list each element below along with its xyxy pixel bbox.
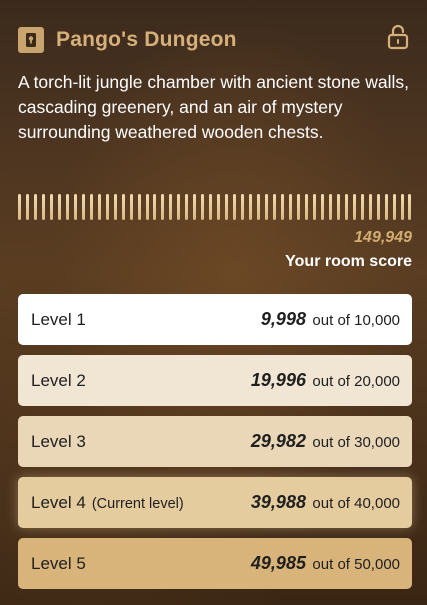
meter-tick xyxy=(280,194,284,220)
level-score-group: 29,982 out of 30,000 xyxy=(251,431,400,452)
meter-tick xyxy=(177,194,181,220)
meter-tick xyxy=(57,194,61,220)
level-score: 19,996 xyxy=(250,370,306,390)
meter-tick xyxy=(304,194,308,220)
meter-tick xyxy=(153,194,157,220)
meter-tick xyxy=(169,194,173,220)
room-description: A torch-lit jungle chamber with ancient … xyxy=(18,72,410,142)
meter-tick xyxy=(161,194,165,220)
meter-tick xyxy=(81,194,85,220)
meter-tick xyxy=(49,194,53,220)
level-score: 39,988 xyxy=(250,492,306,512)
meter-tick xyxy=(392,194,396,220)
level-row-3[interactable]: Level 3 29,982 out of 30,000 xyxy=(18,416,412,467)
meter-tick xyxy=(217,194,221,220)
room-score-value: 149,949 xyxy=(354,229,412,246)
meter-tick xyxy=(145,194,149,220)
meter-tick xyxy=(18,194,21,220)
meter-tick xyxy=(33,194,37,220)
meter-tick xyxy=(209,194,213,220)
level-score: 9,998 xyxy=(260,309,306,329)
level-list: Level 1 9,998 out of 10,000 Level 2 19,9… xyxy=(18,294,412,599)
level-score-group: 39,988 out of 40,000 xyxy=(251,492,400,513)
level-name: Level 1 xyxy=(31,310,86,329)
score-meter xyxy=(18,194,412,220)
meter-tick xyxy=(201,194,205,220)
unlock-icon[interactable] xyxy=(387,24,409,50)
current-level-tag: (Current level) xyxy=(91,496,184,512)
page-title: Pango's Dungeon xyxy=(56,28,237,51)
meter-tick xyxy=(249,194,253,220)
meter-tick xyxy=(89,194,93,220)
title-row: Pango's Dungeon xyxy=(18,24,412,53)
meter-tick xyxy=(65,194,69,220)
meter-tick xyxy=(328,194,332,220)
level-max: out of 40,000 xyxy=(312,495,400,512)
lock-icon xyxy=(18,27,44,53)
meter-tick xyxy=(193,194,197,220)
meter-tick xyxy=(121,194,125,220)
meter-tick xyxy=(273,194,276,220)
meter-tick xyxy=(185,194,189,220)
meter-tick xyxy=(97,194,101,220)
meter-tick xyxy=(41,194,45,220)
meter-tick xyxy=(296,194,300,220)
level-max: out of 50,000 xyxy=(312,556,400,573)
meter-tick xyxy=(352,194,356,220)
meter-tick xyxy=(257,194,261,220)
meter-tick xyxy=(312,194,316,220)
meter-tick xyxy=(73,194,77,220)
meter-tick xyxy=(265,194,269,220)
meter-tick xyxy=(400,194,404,220)
level-score: 49,985 xyxy=(250,553,306,573)
level-score-group: 49,985 out of 50,000 xyxy=(251,553,400,574)
level-max: out of 10,000 xyxy=(312,312,400,329)
level-row-4-current[interactable]: Level 4 (Current level) 39,988 out of 40,… xyxy=(18,477,412,528)
meter-tick xyxy=(376,194,380,220)
meter-tick xyxy=(288,194,292,220)
meter-tick xyxy=(384,194,388,220)
level-score-group: 9,998 out of 10,000 xyxy=(261,309,400,330)
meter-tick xyxy=(129,194,133,220)
level-name: Level 5 xyxy=(31,554,86,573)
meter-tick xyxy=(360,194,364,220)
level-row-5[interactable]: Level 5 49,985 out of 50,000 xyxy=(18,538,412,589)
meter-tick xyxy=(408,194,412,220)
meter-tick xyxy=(320,194,324,220)
level-score: 29,982 xyxy=(250,431,306,451)
level-max: out of 30,000 xyxy=(312,434,400,451)
meter-tick xyxy=(105,194,109,220)
level-name: Level 3 xyxy=(31,432,86,451)
room-score-label: Your room score xyxy=(285,253,412,270)
meter-tick xyxy=(25,194,29,220)
level-row-2[interactable]: Level 2 19,996 out of 20,000 xyxy=(18,355,412,406)
meter-tick xyxy=(336,194,340,220)
level-score-group: 19,996 out of 20,000 xyxy=(251,370,400,391)
level-row-1[interactable]: Level 1 9,998 out of 10,000 xyxy=(18,294,412,345)
meter-tick xyxy=(225,194,229,220)
meter-tick xyxy=(233,194,237,220)
level-name: Level 4 (Current level) xyxy=(31,493,184,512)
meter-tick xyxy=(241,194,245,220)
meter-tick xyxy=(368,194,372,220)
meter-tick xyxy=(344,194,348,220)
meter-tick xyxy=(113,194,117,220)
level-name: Level 2 xyxy=(31,371,86,390)
meter-tick xyxy=(137,194,141,220)
level-max: out of 20,000 xyxy=(312,373,400,390)
